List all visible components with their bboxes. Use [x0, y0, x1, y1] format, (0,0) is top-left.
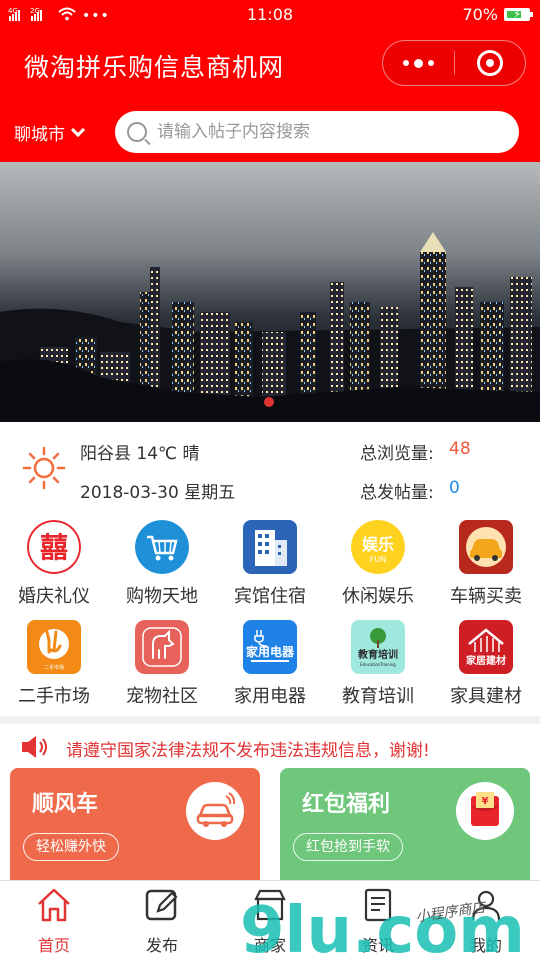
weather-text: 阳谷县 14℃ 晴	[80, 444, 200, 464]
sun-icon	[22, 446, 66, 490]
svg-text:娱乐: 娱乐	[362, 535, 394, 554]
target-icon	[476, 50, 503, 76]
svg-text:教育培训: 教育培训	[357, 648, 398, 661]
card-rideshare[interactable]: 顺风车 轻松赚外快	[10, 768, 260, 880]
store-icon	[254, 889, 286, 921]
shopping-cart-icon	[135, 520, 189, 574]
card-icon-circle: ¥	[456, 782, 514, 840]
card-title: 红包福利	[302, 792, 391, 817]
tab-news[interactable]: 资讯	[324, 881, 432, 960]
category-shopping[interactable]: 购物天地	[108, 514, 216, 614]
stats-panel: 阳谷县 14℃ 晴 2018-03-30 星期五 总浏览量: 48 总发帖量: …	[0, 422, 540, 512]
more-menu-button[interactable]	[383, 40, 454, 86]
miniprogram-capsule	[382, 40, 526, 86]
city-selector[interactable]: 聊城市	[14, 120, 86, 145]
appliance-plug-icon: 家用电器	[243, 620, 297, 674]
svg-text:二手市场: 二手市场	[44, 664, 64, 671]
education-tree-icon: 教育培训 EducationTraining	[351, 620, 405, 674]
furniture-house-icon: 家居建材	[459, 620, 513, 674]
tab-label: 商家	[253, 936, 286, 955]
category-label: 二手市场	[18, 686, 90, 707]
tab-bar: 首页 发布 商家 资讯 我的	[0, 880, 540, 960]
category-car[interactable]: 车辆买卖	[432, 514, 540, 614]
city-night-skyline-image	[0, 162, 540, 422]
page: 4G 2G ••• 11:08 70% ⚡ 微淘拼乐购信息商机网 聊城市 请输入…	[0, 0, 540, 960]
banner-carousel[interactable]	[0, 162, 540, 422]
category-label: 休闲娱乐	[342, 586, 414, 607]
car-icon	[459, 520, 513, 574]
search-icon	[127, 122, 147, 142]
search-input[interactable]	[157, 122, 487, 142]
tab-publish[interactable]: 发布	[108, 881, 216, 960]
category-label: 教育培训	[342, 686, 414, 707]
tab-label: 首页	[37, 936, 70, 955]
city-label: 聊城市	[14, 125, 65, 145]
tab-label: 资讯	[361, 936, 394, 955]
pet-dog-icon	[135, 620, 189, 674]
chevron-down-icon	[70, 122, 86, 137]
category-appliance[interactable]: 家用电器 家用电器	[216, 614, 324, 714]
category-wedding[interactable]: 囍 婚庆礼仪	[0, 514, 108, 614]
category-hotel[interactable]: 宾馆住宿	[216, 514, 324, 614]
tab-label: 我的	[469, 936, 502, 955]
svg-text:¥: ¥	[482, 796, 489, 807]
views-label: 总浏览量:	[360, 444, 434, 464]
tab-home[interactable]: 首页	[0, 881, 108, 960]
second-hand-hand-icon: 二手市场	[27, 620, 81, 674]
posts-count: 0	[449, 478, 460, 498]
svg-text:FUN: FUN	[370, 555, 386, 564]
date-text: 2018-03-30 星期五	[80, 483, 236, 503]
card-icon-circle	[186, 782, 244, 840]
entertainment-fun-icon: 娱乐 FUN	[351, 520, 405, 574]
tab-merchants[interactable]: 商家	[216, 881, 324, 960]
card-action-button[interactable]: 红包抢到手软	[293, 833, 403, 861]
tab-mine[interactable]: 我的	[432, 881, 540, 960]
speaker-icon	[22, 736, 47, 758]
home-icon	[38, 888, 70, 922]
status-bar: 4G 2G ••• 11:08 70% ⚡	[0, 0, 540, 30]
hotel-building-icon	[243, 520, 297, 574]
category-label: 婚庆礼仪	[18, 586, 90, 607]
battery-indicator: 70% ⚡	[462, 5, 533, 24]
double-happiness-icon: 囍	[27, 520, 81, 574]
card-action-button[interactable]: 轻松赚外快	[23, 833, 119, 861]
category-label: 家用电器	[234, 686, 306, 707]
category-furniture[interactable]: 家居建材 家具建材	[432, 614, 540, 714]
category-label: 家具建材	[450, 686, 522, 707]
posts-label: 总发帖量:	[360, 483, 434, 503]
edit-icon	[145, 889, 178, 921]
battery-icon: ⚡	[504, 7, 533, 21]
notice-bar: 请遵守国家法律法规不发布违法违规信息，谢谢!	[0, 724, 540, 768]
page-title: 微淘拼乐购信息商机网	[24, 53, 285, 82]
category-label: 车辆买卖	[450, 586, 522, 607]
red-envelope-icon: ¥	[471, 792, 499, 826]
svg-text:EducationTraining: EducationTraining	[360, 662, 396, 667]
header: 微淘拼乐购信息商机网 聊城市	[0, 30, 540, 162]
tab-label: 发布	[145, 936, 178, 955]
svg-text:家用电器: 家用电器	[246, 644, 295, 659]
car-ride-icon	[196, 792, 236, 827]
category-label: 宾馆住宿	[234, 586, 306, 607]
clock: 11:08	[246, 5, 294, 24]
category-second-hand[interactable]: 二手市场 二手市场	[0, 614, 108, 714]
category-label: 宠物社区	[126, 686, 198, 707]
card-title: 顺风车	[32, 792, 99, 817]
svg-text:囍: 囍	[40, 531, 68, 564]
close-miniprogram-button[interactable]	[455, 40, 526, 86]
svg-text:家居建材: 家居建材	[466, 654, 506, 667]
user-icon	[471, 890, 501, 921]
battery-percent: 70%	[462, 5, 498, 24]
category-grid: 囍 婚庆礼仪 购物天地 宾馆住宿 娱乐 FUN 休闲娱乐 车辆买卖 二手市场 二…	[0, 514, 540, 714]
card-red-packet[interactable]: 红包福利 红包抢到手软 ¥	[280, 768, 530, 880]
views-count: 48	[449, 439, 471, 459]
news-icon	[364, 888, 392, 922]
category-label: 购物天地	[126, 586, 198, 607]
category-entertainment[interactable]: 娱乐 FUN 休闲娱乐	[324, 514, 432, 614]
section-divider	[0, 716, 540, 724]
search-box[interactable]	[115, 111, 519, 153]
category-pet[interactable]: 宠物社区	[108, 614, 216, 714]
notice-text: 请遵守国家法律法规不发布违法违规信息，谢谢!	[66, 741, 430, 761]
category-education[interactable]: 教育培训 EducationTraining 教育培训	[324, 614, 432, 714]
